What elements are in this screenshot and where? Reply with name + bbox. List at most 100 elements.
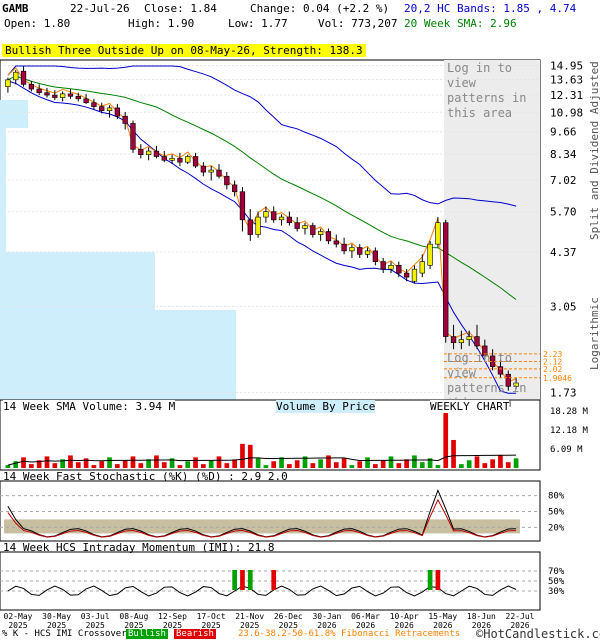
candle-body <box>450 336 457 344</box>
candle-body <box>5 79 11 87</box>
volume-bar <box>263 465 269 468</box>
candle-body <box>216 169 222 177</box>
volume-bar <box>318 459 323 468</box>
volume-tick-label: 6.09 M <box>550 445 583 455</box>
momentum-tick-label: 70% <box>548 567 565 577</box>
volume-bar <box>333 462 339 468</box>
x-tick-label: 15-May <box>428 612 457 621</box>
candle-body <box>341 243 347 252</box>
vbp-bar <box>0 186 6 252</box>
momentum-tick-label: 50% <box>548 577 565 587</box>
volume-tick-label: 12.18 M <box>550 426 589 436</box>
crossover-marker <box>435 570 441 590</box>
candle-body <box>372 250 379 262</box>
candle-body <box>427 243 433 266</box>
candle-body <box>177 158 183 163</box>
candle-body <box>91 102 97 107</box>
price-tick-label: 5.70 <box>550 206 577 219</box>
candle-body <box>466 336 472 340</box>
volume-bar <box>130 456 136 468</box>
x-axis-labels: 02-May202530-May202503-Jul202508-Aug2025… <box>4 612 535 630</box>
volume-sma-label: 14 Week SMA Volume: 3.94 M <box>3 400 176 413</box>
candle-body <box>106 107 113 111</box>
candle-body <box>388 265 394 270</box>
volume-bar <box>122 460 128 468</box>
x-tick-label: 12-Sep <box>158 612 187 621</box>
crossover-marker <box>232 570 237 590</box>
volume-bar <box>310 463 316 468</box>
volume-bar <box>255 458 261 468</box>
candle-body <box>169 158 175 161</box>
candle-body <box>28 84 35 90</box>
candle-body <box>239 191 246 221</box>
candle-body <box>20 70 27 85</box>
candle-body <box>44 92 50 96</box>
volume-bar <box>357 461 363 468</box>
price-tick-label: 14.95 <box>550 60 583 73</box>
price-tick-label: 3.05 <box>550 300 577 313</box>
volume-bar <box>75 462 81 468</box>
x-tick-label: 17-Oct <box>197 612 226 621</box>
candle-body <box>263 211 269 218</box>
stochastic-tick-labels: 80% 50% 20% <box>548 492 565 534</box>
candle-body <box>83 98 89 103</box>
stochastic-panel: 80% 50% 20% <box>0 480 565 542</box>
candle-body <box>36 88 42 93</box>
pattern-banner: Bullish Three Outside Up on 08-May-26, S… <box>2 44 366 57</box>
copyright: ©HotCandlestick.com <box>476 627 600 641</box>
volume-bar <box>68 455 73 468</box>
volume-bar <box>326 455 331 468</box>
volume-bar <box>349 465 355 468</box>
candle-body <box>208 169 214 173</box>
candle-body <box>231 184 238 193</box>
crossover-marker <box>427 570 433 590</box>
x-tick-label: 26-Dec <box>274 612 303 621</box>
split-adjusted-label: Split and Dividend Adjusted <box>588 61 600 240</box>
volume-bar <box>443 411 449 468</box>
candle-body <box>130 123 136 150</box>
x-tick-label: 21-Nov <box>235 612 264 621</box>
volume-bar <box>271 461 277 468</box>
volume-bar <box>208 460 214 468</box>
candle-body <box>145 150 152 155</box>
candle-body <box>419 261 425 274</box>
candle-body <box>75 96 81 100</box>
candle-body <box>474 336 480 347</box>
volume-bar <box>294 460 300 468</box>
candle-body <box>271 211 277 221</box>
volume-bar <box>91 465 97 468</box>
candle-body <box>192 156 199 167</box>
candle-body <box>67 93 74 97</box>
volume-by-price-bars <box>0 100 236 400</box>
fib-label: 1.9046 <box>543 374 572 383</box>
volume-tick-labels: 18.28 M 12.18 M 6.09 M <box>550 407 589 455</box>
candle-body <box>122 115 128 124</box>
candle-body <box>278 216 285 221</box>
login-notice-top[interactable]: Log in to view patterns in this area <box>447 61 539 121</box>
momentum-lines <box>0 570 540 597</box>
candle-body <box>99 106 105 111</box>
volume-bar <box>247 444 253 468</box>
volume-bar <box>466 460 472 468</box>
volume-bar <box>380 460 386 468</box>
candle-body <box>138 149 144 155</box>
volume-bar <box>177 465 183 468</box>
volume-bar <box>373 464 378 468</box>
volume-bar <box>388 456 394 468</box>
volume-bars <box>5 411 519 468</box>
candle-body <box>435 222 441 245</box>
candle-body <box>255 216 261 235</box>
volume-bar <box>224 463 230 468</box>
volume-bar <box>99 461 105 468</box>
momentum-label: 14 Week HCS Intraday Momentum (IMI): 21.… <box>3 541 275 554</box>
price-tick-label: 10.98 <box>550 106 583 119</box>
volume-bar <box>513 458 519 468</box>
candle-body <box>349 247 355 252</box>
candle-body <box>13 71 19 81</box>
volume-bar <box>52 463 58 468</box>
candle-body <box>286 216 293 223</box>
price-tick-label: 9.66 <box>550 126 577 139</box>
candle-body <box>200 165 207 173</box>
volume-bar <box>216 456 222 468</box>
candle-body <box>411 268 418 282</box>
